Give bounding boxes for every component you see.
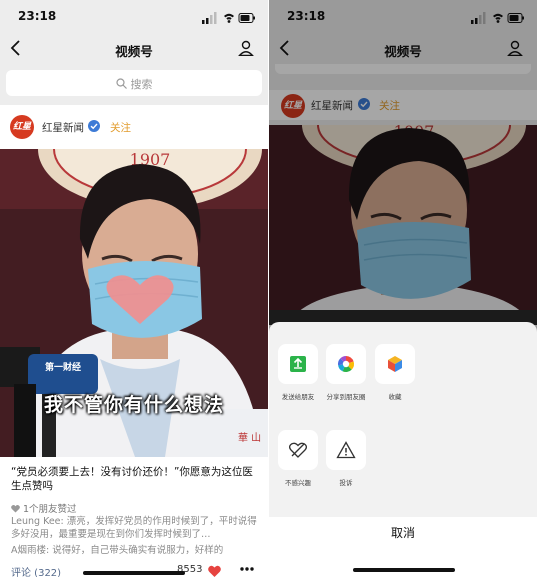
cancel-button[interactable]: 取消 — [269, 524, 537, 541]
signal-icon — [202, 12, 217, 24]
home-indicator — [353, 568, 455, 572]
feed-screen: 23:18 视频号 搜索 红星 红星新闻 关注 1907 第一财经 華 山 我不… — [0, 0, 268, 577]
favorite-button[interactable]: 收藏 — [367, 344, 423, 401]
action-label: 分享到朋友圈 — [326, 393, 366, 401]
share-sheet: 发送给朋友 分享到朋友圈 收藏 不感兴趣 投诉 取消 — [269, 322, 537, 577]
avatar[interactable]: 红星 — [10, 115, 34, 139]
page-title: 视频号 — [115, 44, 153, 59]
follow-button[interactable]: 关注 — [110, 120, 131, 135]
friend-likes: 1个朋友赞过 — [11, 501, 77, 515]
post-caption[interactable]: “党员必须要上去！没有讨价还价！”你愿意为这位医生点赞吗 — [11, 465, 258, 493]
like-heart-icon[interactable] — [208, 565, 221, 577]
battery-icon — [238, 13, 255, 23]
comment-item[interactable]: A烟雨楼: 说得好，自己带头确实有说服力，好样的 — [11, 544, 258, 557]
comment-text: Leung Kee: 漂亮，发挥好党员的作用时候到了，平时说得多好没用，最重要是… — [11, 516, 257, 540]
status-icons — [202, 12, 255, 24]
user-icon[interactable] — [238, 40, 254, 56]
verified-icon — [88, 120, 100, 132]
action-label: 投诉 — [339, 479, 353, 487]
favorite-icon — [388, 356, 402, 372]
video-player[interactable]: 1907 第一财经 華 山 我不管你有什么想法 — [0, 149, 268, 457]
comments-link[interactable]: 评论 (322) — [11, 564, 61, 577]
more-icon[interactable] — [240, 567, 254, 571]
share-to-friend-icon — [290, 356, 306, 372]
heart-small-icon — [11, 505, 20, 513]
search-input[interactable]: 搜索 — [6, 76, 262, 92]
report-button[interactable]: 投诉 — [318, 430, 374, 487]
friend-likes-text: 1个朋友赞过 — [23, 504, 77, 515]
svg-text:華 山: 華 山 — [238, 432, 261, 444]
report-icon — [336, 441, 356, 459]
search-icon — [115, 78, 127, 89]
video-subtitle: 我不管你有什么想法 — [43, 394, 224, 416]
comment-item[interactable]: Leung Kee: 漂亮，发挥好党员的作用时候到了，平时说得多好没用，最重要是… — [11, 515, 258, 541]
comment-text: A烟雨楼: 说得好，自己带头确实有说服力，好样的 — [11, 545, 224, 556]
share-to-moments-button[interactable]: 分享到朋友圈 — [318, 344, 374, 401]
wifi-icon — [224, 13, 234, 23]
cancel-bar: 取消 — [269, 517, 537, 577]
share-sheet-screen: 23:18 视频号 红星 红星新闻 关注 1007 — [269, 0, 537, 577]
not-interested-icon — [288, 442, 308, 458]
home-indicator — [83, 571, 185, 575]
post-header: 红星 红星新闻 关注 — [0, 105, 268, 149]
status-bar: 23:18 — [0, 0, 268, 34]
search-bar[interactable]: 搜索 — [6, 70, 262, 96]
moments-icon — [338, 356, 354, 372]
status-time: 23:18 — [18, 9, 57, 23]
nav-bar: 视频号 — [0, 34, 268, 64]
search-placeholder: 搜索 — [130, 78, 153, 91]
account-name[interactable]: 红星新闻 — [42, 120, 84, 135]
action-label: 收藏 — [388, 393, 402, 401]
post-body: “党员必须要上去！没有讨价还价！”你愿意为这位医生点赞吗 1个朋友赞过 Leun… — [0, 457, 268, 577]
mic-brand-text: 第一财经 — [45, 361, 81, 373]
